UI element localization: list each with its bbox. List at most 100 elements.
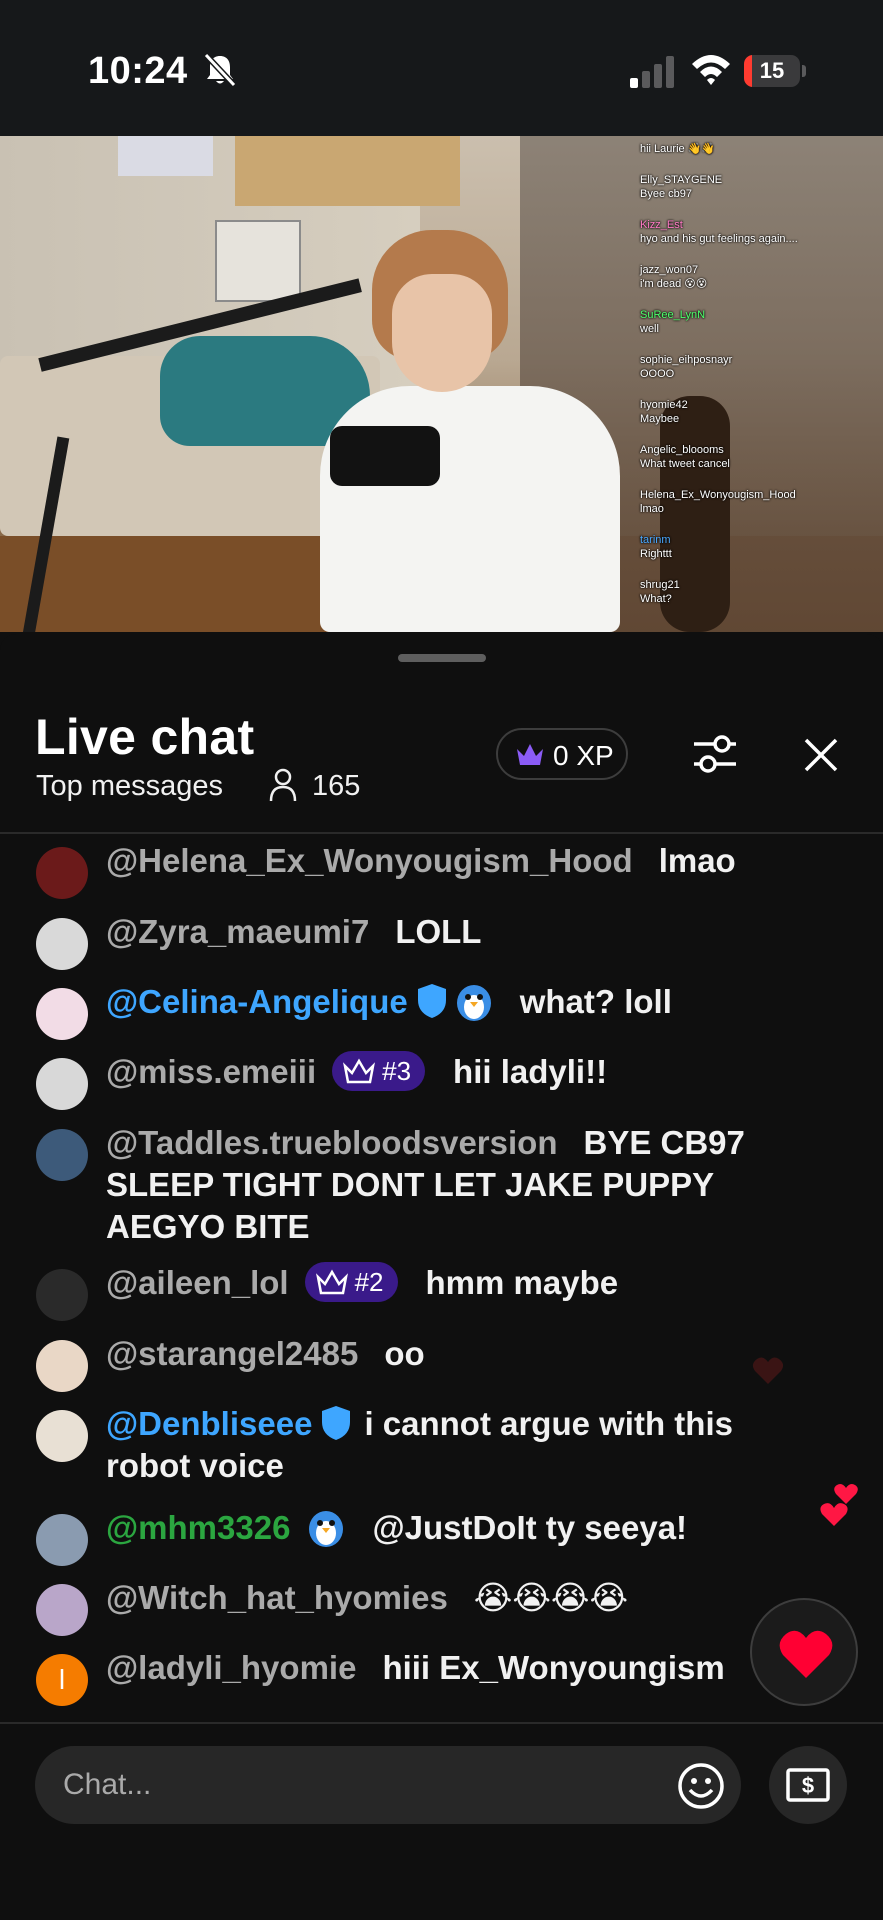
wall-poster [215,220,301,302]
rank-badge: #3 [332,1051,426,1092]
overlay-chat-text: What tweet cancel [640,458,730,470]
sliders-filter-icon[interactable] [690,730,740,778]
message-author[interactable]: @Zyra_maeumi7 [106,913,369,950]
avatar[interactable] [36,918,88,970]
battery-level: 15 [759,58,785,83]
message-text: hmm maybe [425,1264,619,1301]
close-icon[interactable] [798,732,844,778]
overlay-chat-author: SuRee_LynN [640,309,706,321]
composer-divider [0,1722,883,1724]
overlay-chat-text: Byee cb97 [640,188,692,200]
message-author[interactable]: @Celina-Angelique [106,983,408,1020]
person-icon [269,768,297,802]
chat-input[interactable]: Chat... [35,1746,741,1824]
avatar[interactable] [36,847,88,899]
overlay-chat-text: Righttt [640,548,672,560]
overlay-chat-author: sophie_eihposnayr [640,354,733,366]
avatar[interactable] [36,1340,88,1392]
overlay-chat-author: Angelic_bloooms [640,444,724,456]
overlay-chat-text: hyo and his gut feelings again.... [640,233,798,245]
message-author[interactable]: @Taddles.truebloodsversion [106,1124,557,1161]
message-author[interactable]: @mhm3326 [106,1509,290,1546]
overlay-chat-author: Helena_Ex_Wonyougism_Hood [640,489,796,501]
super-chat-button[interactable]: $ [769,1746,847,1824]
overlay-chat-text: lmao [640,503,664,515]
microphone [330,426,440,486]
overlay-chat-text: OOOO [640,368,675,380]
overlay-chat-message: sophie_eihposnayr OOOO [640,353,880,381]
cellular-signal-icon [630,56,674,88]
overlay-chat-author: Kizz_Est [640,219,683,231]
overlay-chat-text: well [640,323,659,335]
message-author[interactable]: @Helena_Ex_Wonyougism_Hood [106,842,633,879]
video-overlay-chat: hii Laurie 👋👋 Elly_STAYGENE Byee cb97 Kizz_… [640,142,880,632]
avatar[interactable]: l [36,1654,88,1706]
crown-icon [517,744,543,765]
panel-title: Live chat [35,709,255,765]
overlay-chat-text: hii Laurie 👋👋 [640,143,716,155]
overlay-chat-message: jazz_won07 i'm dead 😵😵 [640,263,880,291]
dollar-bill-icon: $ [786,1768,830,1802]
overlay-chat-message: Kizz_Esthyo and his gut feelings again..… [640,218,880,246]
message-author[interactable]: @Witch_hat_hyomies [106,1579,448,1616]
heart-icon [779,1630,833,1678]
crown-icon [342,1057,376,1085]
header-divider [0,832,883,834]
message-text: hii ladyli!! [453,1053,608,1090]
overlay-chat-text: Maybee [640,413,680,425]
avatar[interactable] [36,1584,88,1636]
message-author[interactable]: @Denbliseee [106,1405,312,1442]
svg-text:$: $ [802,1773,814,1798]
floating-hearts-icon [820,1484,858,1526]
bell-slash-icon [203,52,237,88]
xp-label: 0 XP [553,740,614,771]
chat-input-placeholder: Chat... [63,1768,152,1801]
avatar[interactable] [36,1058,88,1110]
message-text: hiii Ex_Wonyoungism [382,1649,725,1686]
floating-heart-icon [752,1357,784,1384]
penguin-emoji-icon [304,1505,348,1549]
wifi-icon [692,55,730,85]
overlay-chat-message: Helena_Ex_Wonyougism_Hoodlmao [640,488,880,516]
message-text: LOLL [395,913,482,950]
avatar[interactable] [36,1129,88,1181]
status-time: 10:24 [88,50,188,92]
battery-indicator: 15 [744,55,806,87]
message-author[interactable]: @starangel2485 [106,1335,358,1372]
crown-icon [315,1268,349,1296]
message-text: lmao [658,842,736,879]
avatar[interactable] [36,988,88,1040]
emoji-icon[interactable] [677,1762,725,1810]
live-video-player[interactable]: hii Laurie 👋👋 Elly_STAYGENE Byee cb97 Kizz_… [0,136,883,632]
rank-label: #2 [354,1267,384,1298]
message-text: 😭😭😭😭 [473,1579,629,1616]
overlay-chat-message: tarinm Righttt [640,533,880,561]
status-bar: 10:24 15 [0,0,883,136]
message-author[interactable]: @aileen_lol [106,1264,289,1301]
overlay-chat-message: hii Laurie 👋👋 [640,142,880,156]
xp-button[interactable]: 0 XP [496,728,628,780]
heart-reaction-button[interactable] [750,1598,858,1706]
message-text: what? loll [519,983,672,1020]
overlay-chat-author: Elly_STAYGENE [640,174,723,186]
avatar[interactable] [36,1410,88,1462]
overlay-chat-message: Angelic_bloooms What tweet cancel [640,443,880,471]
streamer [320,386,620,632]
overlay-chat-text: What? [640,593,672,605]
overlay-chat-message: Elly_STAYGENE Byee cb97 [640,173,880,201]
avatar[interactable] [36,1269,88,1321]
overlay-chat-message: shrug21 What? [640,578,880,606]
rank-badge: #2 [304,1262,398,1303]
message-text: oo [384,1335,425,1372]
verified-shield-icon [320,1404,352,1442]
message-author[interactable]: @ladyli_hyomie [106,1649,356,1686]
avatar[interactable] [36,1514,88,1566]
message-author[interactable]: @miss.emeiii [106,1053,316,1090]
overlay-chat-author: jazz_won07 [640,264,699,276]
drag-handle[interactable] [398,654,486,662]
message-text: @JustDoIt ty seeya! [372,1509,688,1546]
overlay-chat-message: hyomie42 Maybee [640,398,880,426]
viewer-count: 165 [312,770,361,802]
top-messages-selector[interactable]: Top messages [36,770,223,803]
verified-shield-icon [416,982,448,1020]
